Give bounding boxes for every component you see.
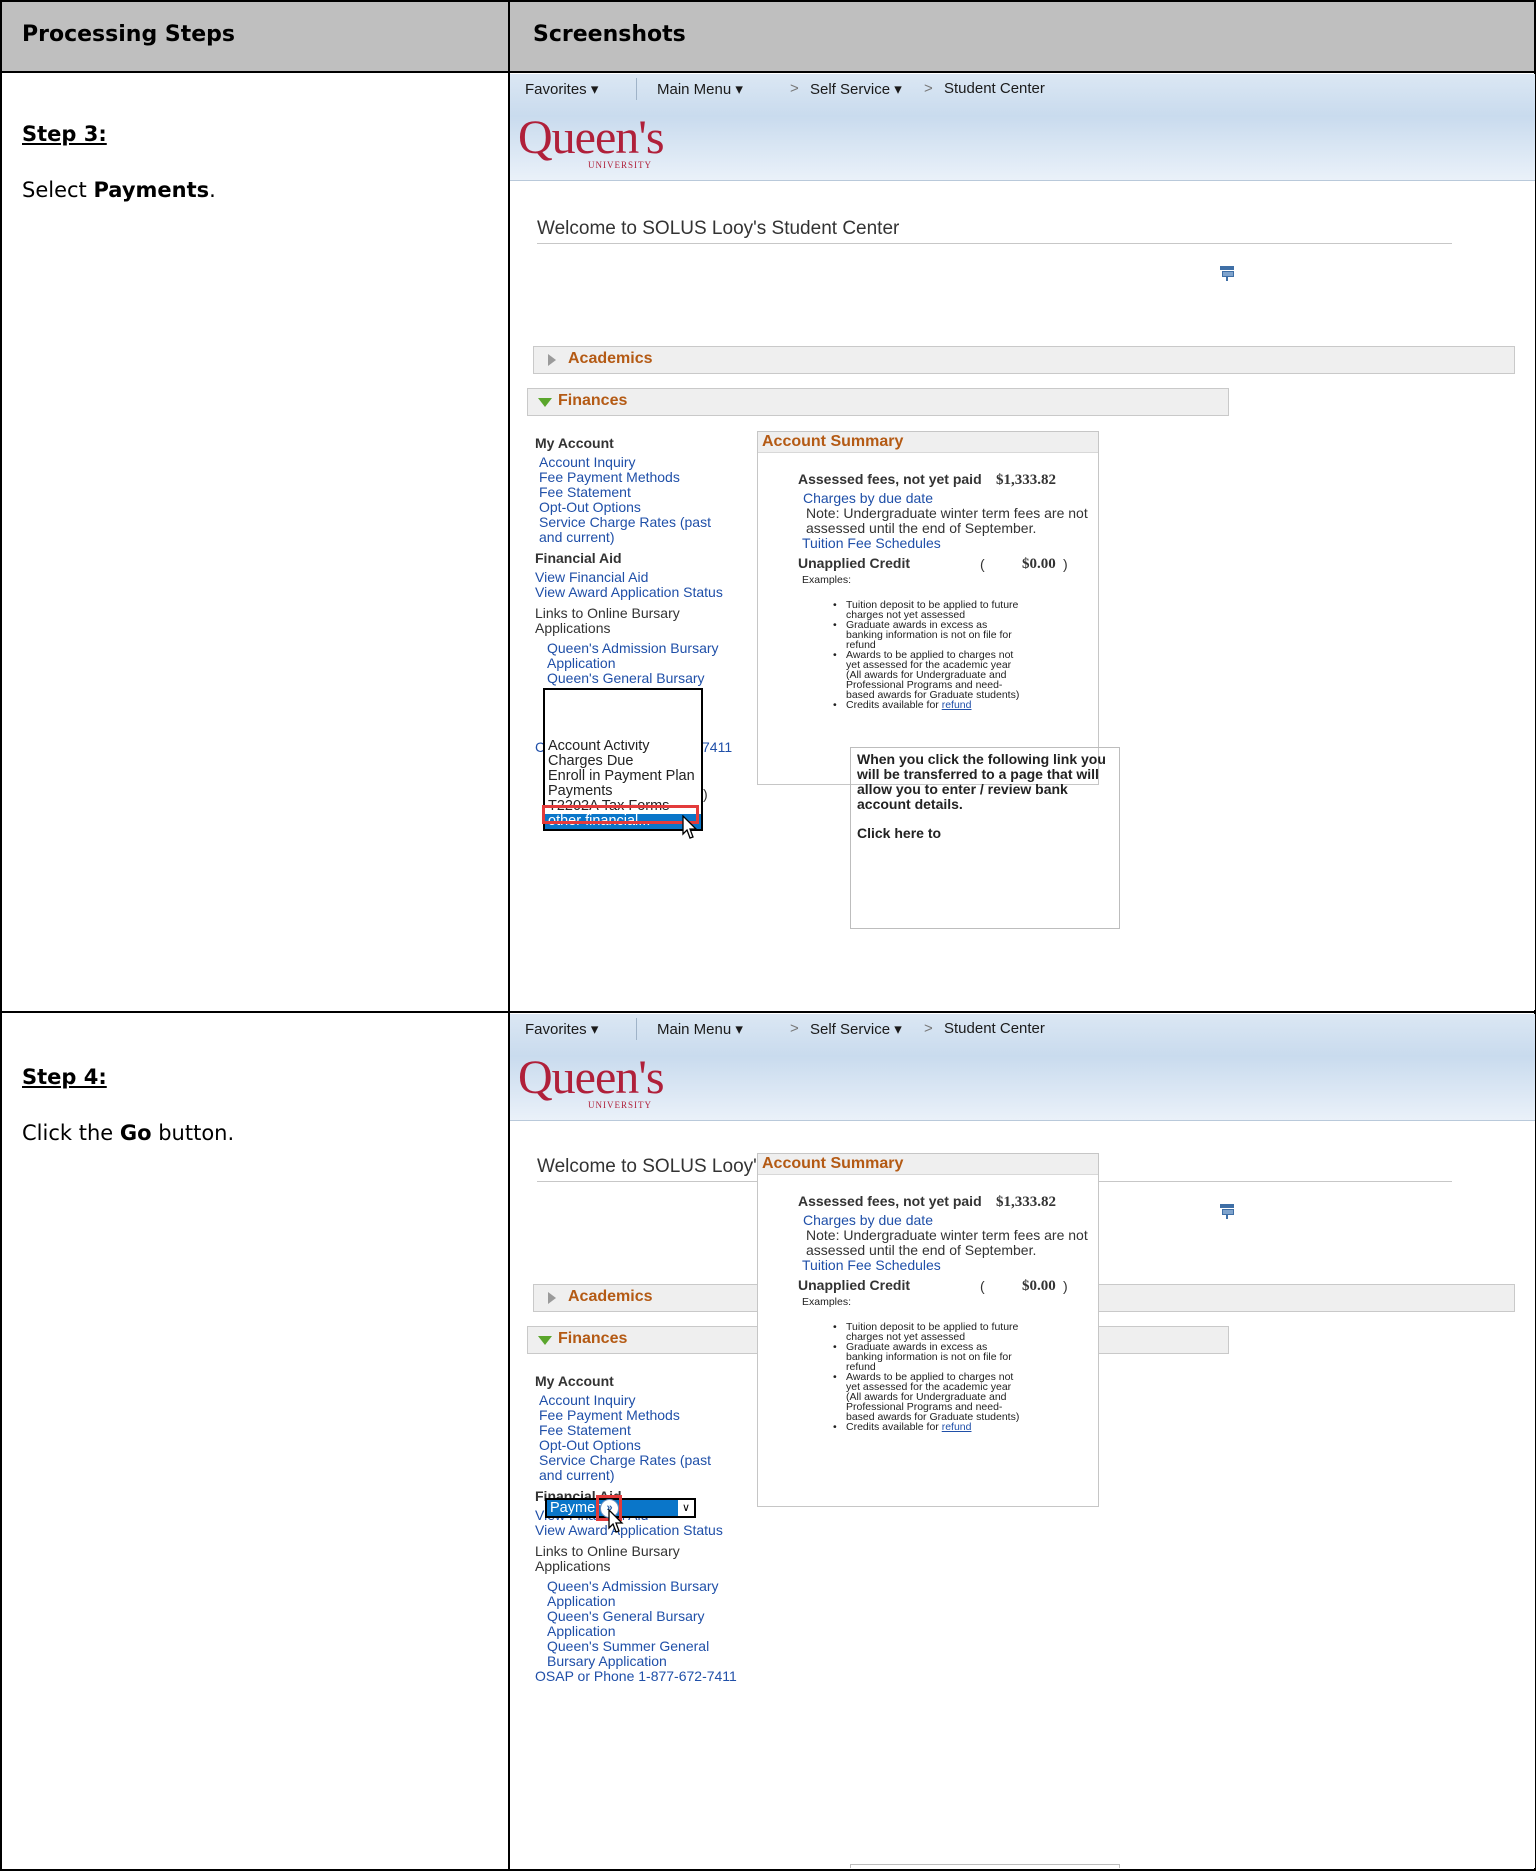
summer-bursary-link[interactable]: Queen's Summer General (535, 1639, 755, 1654)
screenshots-column-header: Screenshots (533, 22, 686, 47)
charges-by-due-date-link[interactable]: Charges by due date (803, 491, 933, 506)
account-summary-box: Account Summary Assessed fees, not yet p… (757, 1153, 1099, 1507)
assessed-amount: $1,333.82 (996, 472, 1056, 488)
self-service-menu[interactable]: Self Service ▾ (810, 80, 902, 98)
collapsed-arrow-icon (548, 1292, 556, 1304)
opt-out-options-link[interactable]: Opt-Out Options (535, 500, 755, 515)
welcome-heading: Welcome to SOLUS Looy's Student Center (537, 218, 900, 239)
assessed-amount: $1,333.82 (996, 1194, 1056, 1210)
my-account-heading: My Account (535, 435, 614, 451)
highlight-payments-box (542, 805, 699, 824)
fee-statement-link[interactable]: Fee Statement (535, 485, 755, 500)
service-charge-rates-link[interactable]: Service Charge Rates (past (535, 1453, 755, 1468)
queens-logo-sub: UNIVERSITY (588, 160, 652, 170)
dropdown-option-payments[interactable]: Payments (545, 784, 701, 799)
my-account-heading: My Account (535, 1373, 614, 1389)
portal-header: Favorites ▾ Main Menu ▾ > Self Service ▾… (510, 74, 1535, 181)
osap-link[interactable]: OSAP or Phone 1-877-672-7411 (535, 1669, 755, 1684)
breadcrumb: Favorites ▾ Main Menu ▾ > Self Service ▾… (525, 78, 1045, 100)
refund-link[interactable]: refund (942, 1421, 972, 1433)
expanded-arrow-icon (538, 1336, 552, 1345)
tuition-fee-schedules-link[interactable]: Tuition Fee Schedules (802, 536, 941, 551)
opt-out-options-link[interactable]: Opt-Out Options (535, 1438, 755, 1453)
steps-column-header: Processing Steps (22, 22, 235, 47)
step-3-title: Step 3: (22, 122, 107, 146)
view-financial-aid-link[interactable]: View Financial Aid (535, 570, 755, 585)
fee-payment-methods-link[interactable]: Fee Payment Methods (535, 1408, 755, 1423)
refund-link[interactable]: refund (942, 699, 972, 711)
step-4-screenshot: Favorites ▾ Main Menu ▾ > Self Service ▾… (510, 1014, 1535, 1868)
examples-list: Tuition deposit to be applied to future … (818, 600, 1019, 711)
queens-logo: Queen's (518, 111, 665, 164)
dropdown-option[interactable]: Charges Due (545, 754, 701, 769)
step-4-instruction: Click the Go button. (22, 1121, 235, 1145)
dropdown-list-top (543, 688, 703, 740)
student-center-crumb[interactable]: Student Center (944, 80, 1045, 97)
self-service-menu[interactable]: Self Service ▾ (810, 1020, 902, 1038)
dropdown-option[interactable]: Account Activity (545, 739, 701, 754)
favorites-menu[interactable]: Favorites ▾ (525, 80, 598, 98)
personalize-icon[interactable] (1220, 1204, 1234, 1219)
step-3-screenshot: Favorites ▾ Main Menu ▾ > Self Service ▾… (510, 74, 1535, 1010)
step-3-instruction: Select Payments. (22, 178, 216, 202)
breadcrumb: Favorites ▾ Main Menu ▾ > Self Service ▾… (525, 1018, 1045, 1040)
unapplied-amount: $0.00 (1022, 1278, 1056, 1294)
account-summary-box: Account Summary Assessed fees, not yet p… (757, 431, 1099, 785)
fee-payment-methods-link[interactable]: Fee Payment Methods (535, 470, 755, 485)
examples-list: Tuition deposit to be applied to future … (818, 1322, 1019, 1433)
finances-links: My Account Account Inquiry Fee Payment M… (535, 436, 755, 686)
account-summary-title: Account Summary (758, 1154, 1098, 1175)
main-menu[interactable]: Main Menu ▾ (657, 80, 743, 98)
financial-aid-heading: Financial Aid (535, 550, 622, 566)
view-award-status-link[interactable]: View Award Application Status (535, 1523, 755, 1538)
account-inquiry-link[interactable]: Account Inquiry (535, 455, 755, 470)
view-award-status-link[interactable]: View Award Application Status (535, 585, 755, 600)
click-here-link[interactable]: Click here to (857, 826, 941, 841)
unapplied-amount: $0.00 (1022, 556, 1056, 572)
step-4-title: Step 4: (22, 1065, 107, 1089)
favorites-menu[interactable]: Favorites ▾ (525, 1020, 598, 1038)
main-menu[interactable]: Main Menu ▾ (657, 1020, 743, 1038)
finances-section[interactable]: Finances (527, 388, 1229, 416)
charges-by-due-date-link[interactable]: Charges by due date (803, 1213, 933, 1228)
bank-details-box (850, 1864, 1120, 1868)
finances-links: My Account Account Inquiry Fee Payment M… (535, 1374, 755, 1684)
service-charge-rates-link[interactable]: Service Charge Rates (past (535, 515, 755, 530)
tuition-fee-schedules-link[interactable]: Tuition Fee Schedules (802, 1258, 941, 1273)
admission-bursary-link[interactable]: Queen's Admission Bursary (535, 1579, 755, 1594)
chevron-down-icon: ∨ (678, 1500, 694, 1516)
academics-section[interactable]: Academics (533, 346, 1515, 374)
queens-logo: Queen's (518, 1051, 665, 1104)
account-summary-title: Account Summary (758, 432, 1098, 453)
queens-logo-sub: UNIVERSITY (588, 1100, 652, 1110)
admission-bursary-link[interactable]: Queen's Admission Bursary (535, 641, 755, 656)
general-bursary-link[interactable]: Queen's General Bursary (535, 1609, 755, 1624)
portal-header: Favorites ▾ Main Menu ▾ > Self Service ▾… (510, 1014, 1535, 1121)
student-center-crumb[interactable]: Student Center (944, 1020, 1045, 1037)
account-inquiry-link[interactable]: Account Inquiry (535, 1393, 755, 1408)
expanded-arrow-icon (538, 398, 552, 407)
fee-statement-link[interactable]: Fee Statement (535, 1423, 755, 1438)
general-bursary-link[interactable]: Queen's General Bursary (535, 671, 755, 686)
dropdown-option[interactable]: Enroll in Payment Plan (545, 769, 701, 784)
personalize-icon[interactable] (1220, 266, 1234, 281)
bank-details-box: When you click the following link you wi… (850, 747, 1120, 929)
collapsed-arrow-icon (548, 354, 556, 366)
